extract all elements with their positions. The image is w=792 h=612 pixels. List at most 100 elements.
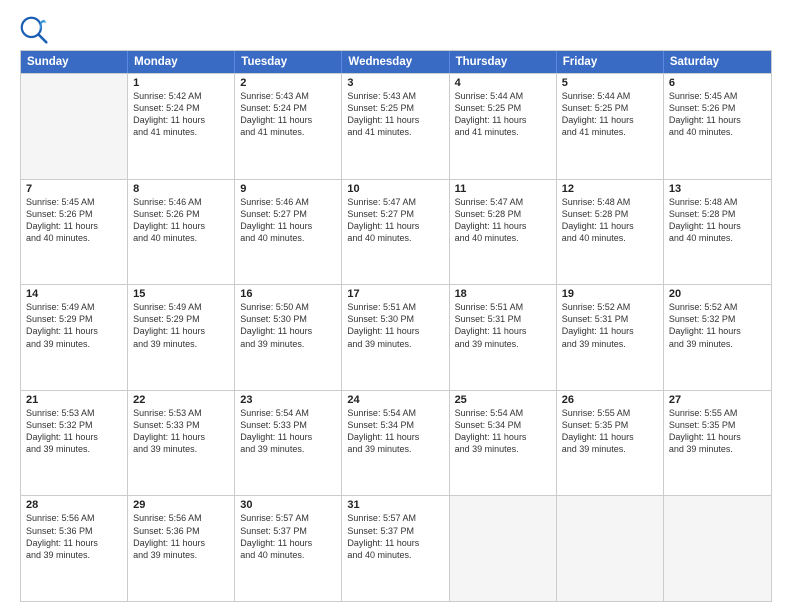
header: [20, 16, 772, 44]
calendar-cell: 24Sunrise: 5:54 AM Sunset: 5:34 PM Dayli…: [342, 391, 449, 496]
day-number: 25: [455, 394, 551, 406]
calendar-cell: 3Sunrise: 5:43 AM Sunset: 5:25 PM Daylig…: [342, 74, 449, 179]
calendar-cell: 15Sunrise: 5:49 AM Sunset: 5:29 PM Dayli…: [128, 285, 235, 390]
calendar-cell: 21Sunrise: 5:53 AM Sunset: 5:32 PM Dayli…: [21, 391, 128, 496]
calendar-row-2: 7Sunrise: 5:45 AM Sunset: 5:26 PM Daylig…: [21, 179, 771, 285]
calendar-cell: 11Sunrise: 5:47 AM Sunset: 5:28 PM Dayli…: [450, 180, 557, 285]
logo: [20, 16, 52, 44]
day-number: 31: [347, 499, 443, 511]
calendar-cell: 13Sunrise: 5:48 AM Sunset: 5:28 PM Dayli…: [664, 180, 771, 285]
day-number: 29: [133, 499, 229, 511]
day-info: Sunrise: 5:48 AM Sunset: 5:28 PM Dayligh…: [562, 196, 658, 245]
day-number: 22: [133, 394, 229, 406]
day-number: 26: [562, 394, 658, 406]
day-info: Sunrise: 5:45 AM Sunset: 5:26 PM Dayligh…: [26, 196, 122, 245]
calendar-cell: 4Sunrise: 5:44 AM Sunset: 5:25 PM Daylig…: [450, 74, 557, 179]
day-number: 5: [562, 77, 658, 89]
calendar-row-3: 14Sunrise: 5:49 AM Sunset: 5:29 PM Dayli…: [21, 284, 771, 390]
day-info: Sunrise: 5:47 AM Sunset: 5:28 PM Dayligh…: [455, 196, 551, 245]
header-day-wednesday: Wednesday: [342, 51, 449, 73]
calendar-cell: 23Sunrise: 5:54 AM Sunset: 5:33 PM Dayli…: [235, 391, 342, 496]
day-info: Sunrise: 5:43 AM Sunset: 5:24 PM Dayligh…: [240, 90, 336, 139]
header-day-thursday: Thursday: [450, 51, 557, 73]
day-number: 30: [240, 499, 336, 511]
day-info: Sunrise: 5:49 AM Sunset: 5:29 PM Dayligh…: [26, 301, 122, 350]
calendar-cell: 20Sunrise: 5:52 AM Sunset: 5:32 PM Dayli…: [664, 285, 771, 390]
day-info: Sunrise: 5:52 AM Sunset: 5:31 PM Dayligh…: [562, 301, 658, 350]
day-info: Sunrise: 5:47 AM Sunset: 5:27 PM Dayligh…: [347, 196, 443, 245]
calendar-body: 1Sunrise: 5:42 AM Sunset: 5:24 PM Daylig…: [21, 73, 771, 601]
day-info: Sunrise: 5:56 AM Sunset: 5:36 PM Dayligh…: [26, 512, 122, 561]
day-info: Sunrise: 5:57 AM Sunset: 5:37 PM Dayligh…: [240, 512, 336, 561]
day-info: Sunrise: 5:53 AM Sunset: 5:33 PM Dayligh…: [133, 407, 229, 456]
day-info: Sunrise: 5:44 AM Sunset: 5:25 PM Dayligh…: [562, 90, 658, 139]
day-info: Sunrise: 5:49 AM Sunset: 5:29 PM Dayligh…: [133, 301, 229, 350]
calendar-header: SundayMondayTuesdayWednesdayThursdayFrid…: [21, 51, 771, 73]
day-number: 7: [26, 183, 122, 195]
header-day-sunday: Sunday: [21, 51, 128, 73]
calendar-cell: 10Sunrise: 5:47 AM Sunset: 5:27 PM Dayli…: [342, 180, 449, 285]
day-number: 9: [240, 183, 336, 195]
calendar-cell: [664, 496, 771, 601]
calendar-cell: 5Sunrise: 5:44 AM Sunset: 5:25 PM Daylig…: [557, 74, 664, 179]
calendar-cell: 30Sunrise: 5:57 AM Sunset: 5:37 PM Dayli…: [235, 496, 342, 601]
calendar-cell: 1Sunrise: 5:42 AM Sunset: 5:24 PM Daylig…: [128, 74, 235, 179]
calendar-cell: 12Sunrise: 5:48 AM Sunset: 5:28 PM Dayli…: [557, 180, 664, 285]
calendar: SundayMondayTuesdayWednesdayThursdayFrid…: [20, 50, 772, 602]
calendar-cell: 9Sunrise: 5:46 AM Sunset: 5:27 PM Daylig…: [235, 180, 342, 285]
day-number: 12: [562, 183, 658, 195]
day-info: Sunrise: 5:52 AM Sunset: 5:32 PM Dayligh…: [669, 301, 766, 350]
calendar-cell: 28Sunrise: 5:56 AM Sunset: 5:36 PM Dayli…: [21, 496, 128, 601]
calendar-cell: 31Sunrise: 5:57 AM Sunset: 5:37 PM Dayli…: [342, 496, 449, 601]
day-info: Sunrise: 5:50 AM Sunset: 5:30 PM Dayligh…: [240, 301, 336, 350]
calendar-cell: 6Sunrise: 5:45 AM Sunset: 5:26 PM Daylig…: [664, 74, 771, 179]
header-day-saturday: Saturday: [664, 51, 771, 73]
day-info: Sunrise: 5:55 AM Sunset: 5:35 PM Dayligh…: [669, 407, 766, 456]
calendar-cell: 16Sunrise: 5:50 AM Sunset: 5:30 PM Dayli…: [235, 285, 342, 390]
day-info: Sunrise: 5:54 AM Sunset: 5:34 PM Dayligh…: [455, 407, 551, 456]
day-info: Sunrise: 5:46 AM Sunset: 5:26 PM Dayligh…: [133, 196, 229, 245]
calendar-cell: [450, 496, 557, 601]
page: SundayMondayTuesdayWednesdayThursdayFrid…: [0, 0, 792, 612]
day-number: 1: [133, 77, 229, 89]
calendar-cell: 19Sunrise: 5:52 AM Sunset: 5:31 PM Dayli…: [557, 285, 664, 390]
header-day-tuesday: Tuesday: [235, 51, 342, 73]
day-number: 3: [347, 77, 443, 89]
logo-icon: [20, 16, 48, 44]
calendar-cell: 29Sunrise: 5:56 AM Sunset: 5:36 PM Dayli…: [128, 496, 235, 601]
day-number: 19: [562, 288, 658, 300]
day-info: Sunrise: 5:57 AM Sunset: 5:37 PM Dayligh…: [347, 512, 443, 561]
day-number: 17: [347, 288, 443, 300]
day-number: 13: [669, 183, 766, 195]
day-number: 15: [133, 288, 229, 300]
day-info: Sunrise: 5:48 AM Sunset: 5:28 PM Dayligh…: [669, 196, 766, 245]
calendar-cell: 22Sunrise: 5:53 AM Sunset: 5:33 PM Dayli…: [128, 391, 235, 496]
day-info: Sunrise: 5:53 AM Sunset: 5:32 PM Dayligh…: [26, 407, 122, 456]
day-info: Sunrise: 5:43 AM Sunset: 5:25 PM Dayligh…: [347, 90, 443, 139]
calendar-cell: 26Sunrise: 5:55 AM Sunset: 5:35 PM Dayli…: [557, 391, 664, 496]
day-info: Sunrise: 5:55 AM Sunset: 5:35 PM Dayligh…: [562, 407, 658, 456]
day-info: Sunrise: 5:51 AM Sunset: 5:31 PM Dayligh…: [455, 301, 551, 350]
day-number: 2: [240, 77, 336, 89]
day-number: 18: [455, 288, 551, 300]
day-number: 6: [669, 77, 766, 89]
day-info: Sunrise: 5:45 AM Sunset: 5:26 PM Dayligh…: [669, 90, 766, 139]
calendar-cell: 14Sunrise: 5:49 AM Sunset: 5:29 PM Dayli…: [21, 285, 128, 390]
day-info: Sunrise: 5:44 AM Sunset: 5:25 PM Dayligh…: [455, 90, 551, 139]
day-info: Sunrise: 5:54 AM Sunset: 5:34 PM Dayligh…: [347, 407, 443, 456]
day-info: Sunrise: 5:46 AM Sunset: 5:27 PM Dayligh…: [240, 196, 336, 245]
day-number: 11: [455, 183, 551, 195]
calendar-row-5: 28Sunrise: 5:56 AM Sunset: 5:36 PM Dayli…: [21, 495, 771, 601]
day-number: 16: [240, 288, 336, 300]
day-info: Sunrise: 5:42 AM Sunset: 5:24 PM Dayligh…: [133, 90, 229, 139]
day-number: 10: [347, 183, 443, 195]
day-number: 27: [669, 394, 766, 406]
calendar-cell: 2Sunrise: 5:43 AM Sunset: 5:24 PM Daylig…: [235, 74, 342, 179]
day-info: Sunrise: 5:56 AM Sunset: 5:36 PM Dayligh…: [133, 512, 229, 561]
day-info: Sunrise: 5:54 AM Sunset: 5:33 PM Dayligh…: [240, 407, 336, 456]
day-number: 21: [26, 394, 122, 406]
calendar-row-1: 1Sunrise: 5:42 AM Sunset: 5:24 PM Daylig…: [21, 73, 771, 179]
calendar-cell: 27Sunrise: 5:55 AM Sunset: 5:35 PM Dayli…: [664, 391, 771, 496]
day-number: 20: [669, 288, 766, 300]
calendar-row-4: 21Sunrise: 5:53 AM Sunset: 5:32 PM Dayli…: [21, 390, 771, 496]
